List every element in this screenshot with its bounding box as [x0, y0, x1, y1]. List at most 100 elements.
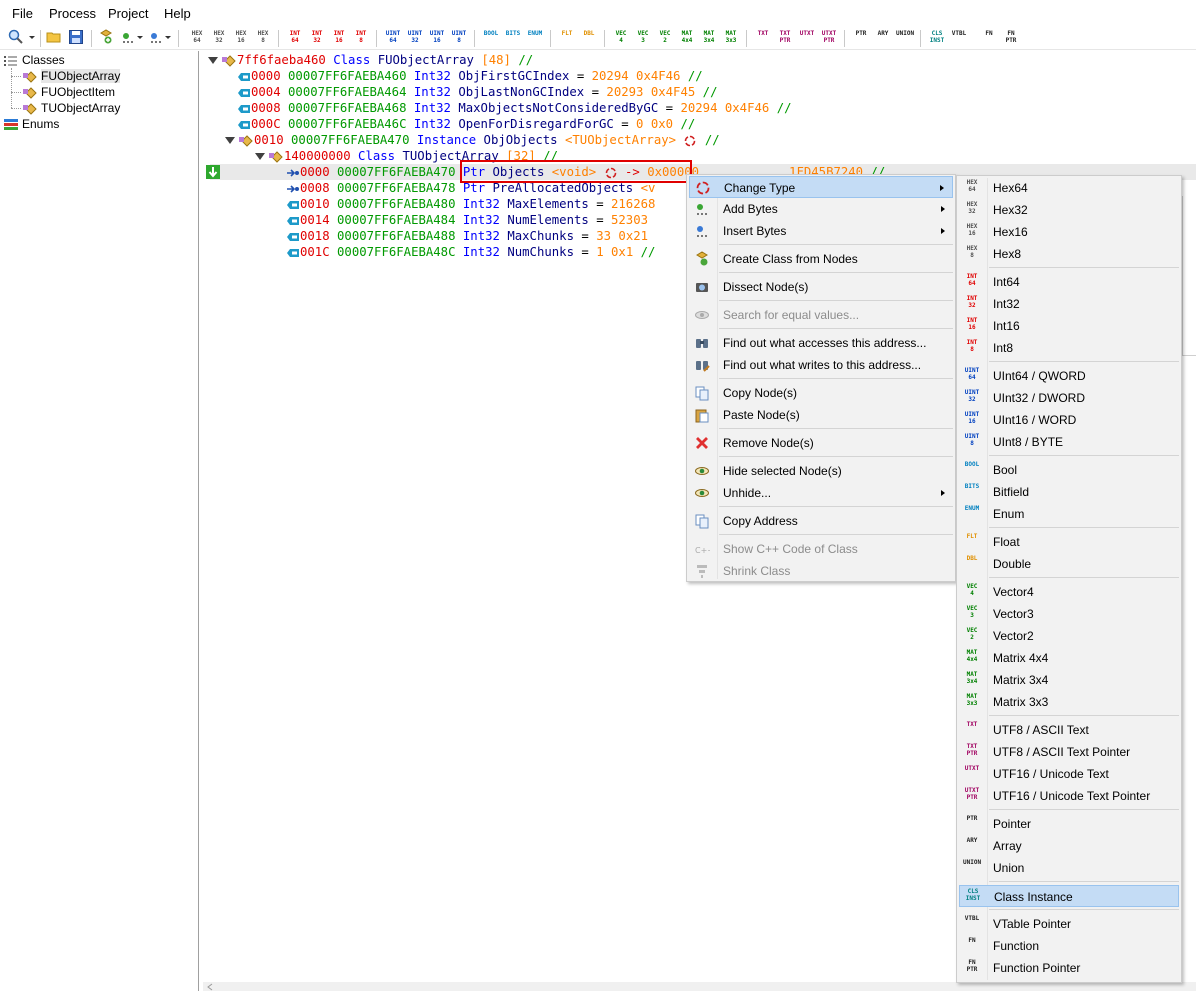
menu-item-copy-node-s[interactable]: Copy Node(s) [689, 382, 953, 404]
menu-item-change-type[interactable]: Change Type [689, 176, 953, 198]
tree-item-fuobjectitem[interactable]: FUObjectItem [22, 84, 115, 100]
type-item-hex32[interactable]: HEX 32 Hex32 [959, 199, 1179, 221]
type-item-function[interactable]: FN Function [959, 935, 1179, 957]
type-button-int-16[interactable]: INT 16 [330, 30, 348, 44]
type-item-hex16[interactable]: HEX 16 Hex16 [959, 221, 1179, 243]
type-button-uint-64[interactable]: UINT 64 [384, 30, 402, 44]
type-item-utf8-ascii-text[interactable]: TXT UTF8 / ASCII Text [959, 719, 1179, 741]
type-item-uint8-byte[interactable]: UINT 8 UInt8 / BYTE [959, 431, 1179, 453]
expand-icon[interactable] [225, 137, 235, 144]
expand-icon[interactable] [208, 57, 218, 64]
node-row[interactable]: 000C 00007FF6FAEBA46C Int32 OpenForDisre… [237, 116, 695, 132]
expand-icon[interactable] [255, 153, 265, 160]
dropdown-icon[interactable] [28, 29, 36, 45]
save-icon[interactable] [68, 29, 84, 45]
type-button-int-8[interactable]: INT 8 [352, 30, 370, 44]
type-item-pointer[interactable]: PTR Pointer [959, 813, 1179, 835]
type-item-uint64-qword[interactable]: UINT 64 UInt64 / QWORD [959, 365, 1179, 387]
scroll-left-icon[interactable] [206, 983, 214, 991]
menu-item-dissect-node-s[interactable]: Dissect Node(s) [689, 276, 953, 298]
tree-item-tuobjectarray[interactable]: TUObjectArray [22, 100, 120, 116]
type-button-mat-4x4[interactable]: MAT 4x4 [678, 30, 696, 44]
tree-item-fuobjectarray[interactable]: FUObjectArray [22, 68, 121, 84]
node-row[interactable]: 0008 00007FF6FAEBA468 Int32 MaxObjectsNo… [237, 100, 792, 116]
node-row[interactable]: 0014 00007FF6FAEBA484 Int32 NumElements … [286, 212, 648, 228]
type-button-uint-8[interactable]: UINT 8 [450, 30, 468, 44]
type-item-utf16-unicode-text[interactable]: UTXT UTF16 / Unicode Text [959, 763, 1179, 785]
type-item-int64[interactable]: INT 64 Int64 [959, 271, 1179, 293]
dropdown-icon[interactable] [164, 29, 172, 45]
type-item-double[interactable]: DBL Double [959, 553, 1179, 575]
type-item-hex64[interactable]: HEX 64 Hex64 [959, 177, 1179, 199]
node-row[interactable]: 001C 00007FF6FAEBA48C Int32 NumChunks = … [286, 244, 655, 260]
menu-project[interactable]: Project [108, 6, 148, 21]
menu-item-find-out-what-accesses-this-address[interactable]: Find out what accesses this address... [689, 332, 953, 354]
type-item-bitfield[interactable]: BITS Bitfield [959, 481, 1179, 503]
type-button-mat-3x4[interactable]: MAT 3x4 [700, 30, 718, 44]
type-item-int8[interactable]: INT 8 Int8 [959, 337, 1179, 359]
type-button-fn-ptr[interactable]: FN PTR [1002, 30, 1020, 44]
type-button-dbl[interactable]: DBL [580, 30, 598, 37]
class-header-row[interactable]: 7ff6faeba460 Class FUObjectArray [48] // [208, 52, 533, 68]
insert-bytes-icon[interactable] [148, 29, 164, 45]
type-button-int-32[interactable]: INT 32 [308, 30, 326, 44]
type-item-matrix-4x4[interactable]: MAT 4x4 Matrix 4x4 [959, 647, 1179, 669]
type-item-vector2[interactable]: VEC 2 Vector2 [959, 625, 1179, 647]
node-row[interactable]: 0000 00007FF6FAEBA460 Int32 ObjFirstGCIn… [237, 68, 703, 84]
type-button-vec-2[interactable]: VEC 2 [656, 30, 674, 44]
node-row[interactable]: 0004 00007FF6FAEBA464 Int32 ObjLastNonGC… [237, 84, 717, 100]
menu-item-unhide[interactable]: Unhide... [689, 482, 953, 504]
type-button-vec-4[interactable]: VEC 4 [612, 30, 630, 44]
add-bytes-icon[interactable] [120, 29, 136, 45]
instance-row[interactable]: 0010 00007FF6FAEBA470 Instance ObjObject… [225, 132, 720, 148]
type-button-hex-32[interactable]: HEX 32 [210, 30, 228, 44]
add-class-icon[interactable] [98, 29, 114, 45]
tree-root-enums[interactable]: Enums [3, 116, 59, 132]
node-row[interactable]: 0018 00007FF6FAEBA488 Int32 MaxChunks = … [286, 228, 648, 244]
type-button-int-64[interactable]: INT 64 [286, 30, 304, 44]
node-row[interactable]: 0010 00007FF6FAEBA480 Int32 MaxElements … [286, 196, 655, 212]
type-item-vector4[interactable]: VEC 4 Vector4 [959, 581, 1179, 603]
open-folder-icon[interactable] [46, 29, 62, 45]
type-button-uint-16[interactable]: UINT 16 [428, 30, 446, 44]
type-item-uint16-word[interactable]: UINT 16 UInt16 / WORD [959, 409, 1179, 431]
type-item-vector3[interactable]: VEC 3 Vector3 [959, 603, 1179, 625]
type-item-function-pointer[interactable]: FN PTR Function Pointer [959, 957, 1179, 979]
type-button-txt-ptr[interactable]: TXT PTR [776, 30, 794, 44]
menu-item-show-c-code-of-class[interactable]: C++ Show C++ Code of Class [689, 538, 953, 560]
menu-item-remove-node-s[interactable]: Remove Node(s) [689, 432, 953, 454]
type-button-utxt[interactable]: UTXT [798, 30, 816, 37]
menu-item-create-class-from-nodes[interactable]: Create Class from Nodes [689, 248, 953, 270]
attach-process-icon[interactable] [8, 29, 24, 45]
type-item-array[interactable]: ARY Array [959, 835, 1179, 857]
type-item-uint32-dword[interactable]: UINT 32 UInt32 / DWORD [959, 387, 1179, 409]
type-item-vtable-pointer[interactable]: VTBL VTable Pointer [959, 913, 1179, 935]
type-item-utf16-unicode-text-pointer[interactable]: UTXT PTR UTF16 / Unicode Text Pointer [959, 785, 1179, 807]
type-button-union[interactable]: UNION [896, 30, 914, 37]
type-button-txt[interactable]: TXT [754, 30, 772, 37]
type-item-union[interactable]: UNION Union [959, 857, 1179, 879]
type-button-fn[interactable]: FN [980, 30, 998, 37]
type-item-enum[interactable]: ENUM Enum [959, 503, 1179, 525]
type-button-bits[interactable]: BITS [504, 30, 522, 37]
menu-item-insert-bytes[interactable]: Insert Bytes [689, 220, 953, 242]
type-item-hex8[interactable]: HEX 8 Hex8 [959, 243, 1179, 265]
type-button-uint-32[interactable]: UINT 32 [406, 30, 424, 44]
menu-item-shrink-class[interactable]: Shrink Class [689, 560, 953, 582]
type-button-hex-16[interactable]: HEX 16 [232, 30, 250, 44]
horizontal-scrollbar[interactable] [203, 982, 1196, 991]
type-item-int16[interactable]: INT 16 Int16 [959, 315, 1179, 337]
type-button-vec-3[interactable]: VEC 3 [634, 30, 652, 44]
menu-help[interactable]: Help [164, 6, 191, 21]
menu-item-copy-address[interactable]: Copy Address [689, 510, 953, 532]
type-button-ptr[interactable]: PTR [852, 30, 870, 37]
menu-item-hide-selected-node-s[interactable]: Hide selected Node(s) [689, 460, 953, 482]
type-item-class-instance[interactable]: CLS INST Class Instance [959, 885, 1179, 907]
type-button-mat-3x3[interactable]: MAT 3x3 [722, 30, 740, 44]
menu-file[interactable]: File [12, 6, 33, 21]
type-item-utf8-ascii-text-pointer[interactable]: TXT PTR UTF8 / ASCII Text Pointer [959, 741, 1179, 763]
change-class-icon[interactable] [683, 135, 697, 147]
type-button-cls-inst[interactable]: CLS INST [928, 30, 946, 44]
dropdown-icon[interactable] [136, 29, 144, 45]
type-item-bool[interactable]: BOOL Bool [959, 459, 1179, 481]
